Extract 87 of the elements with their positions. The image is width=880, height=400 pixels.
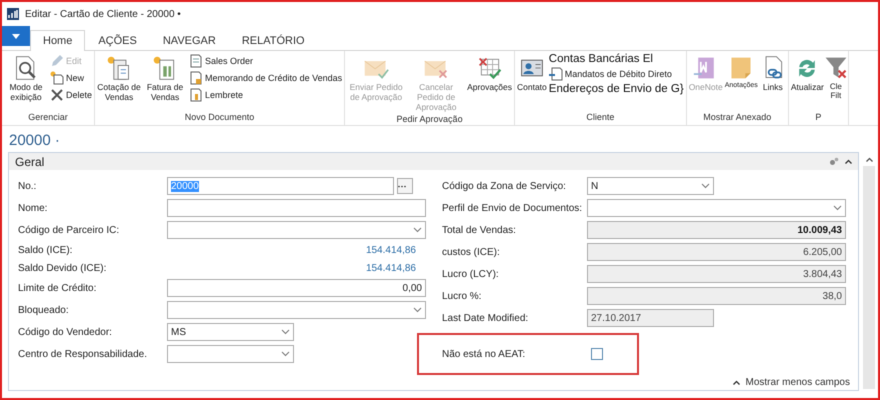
input-field[interactable] (167, 199, 426, 217)
ribbon-tab[interactable]: RELATÓRIO (228, 30, 318, 51)
field-label: Saldo Devido (ICE): (17, 262, 108, 274)
ribbon-button[interactable]: Fatura de Vendas (142, 53, 188, 104)
field-label: Total de Vendas: (441, 224, 517, 236)
page-title: 20000 · (8, 131, 61, 151)
gears-icon (829, 157, 839, 166)
dropdown[interactable]: N (587, 177, 714, 195)
ribbon-button[interactable]: Atualizar (790, 53, 825, 94)
ribbon-button[interactable]: New (49, 70, 94, 86)
chevron-down-icon (833, 205, 842, 211)
pencil-icon (50, 54, 64, 68)
dropdown[interactable] (167, 301, 426, 319)
chevron-down-icon (413, 307, 422, 313)
readonly-field: 27.10.2017 (587, 309, 714, 327)
ribbon-button[interactable]: Aprovações (466, 53, 513, 94)
new-document-icon (50, 71, 64, 85)
readonly-field: 38,0 (587, 287, 846, 305)
field-label: Nome: (17, 202, 48, 214)
delete-icon (50, 88, 64, 102)
caret-down-icon (12, 34, 20, 38)
menu-button[interactable] (2, 26, 30, 46)
dropdown[interactable] (167, 221, 426, 239)
group-label: Mostrar Anexado (702, 112, 772, 124)
readonly-field: 3.804,43 (587, 265, 846, 283)
chevron-down-icon (701, 183, 710, 189)
group-label: P (814, 112, 822, 124)
ribbon-button[interactable]: Contas Bancárias El (548, 53, 685, 65)
field-label: Lucro %: (441, 290, 482, 302)
field-label: No.: (17, 180, 38, 192)
chevron-down-icon (281, 351, 290, 357)
field-label: Lucro (LCY): (441, 268, 500, 280)
ribbon-button[interactable]: Contato (516, 53, 548, 94)
dropdown[interactable]: MS (167, 323, 294, 341)
field-label: Limite de Crédito: (17, 282, 98, 294)
chevron-down-icon (281, 329, 290, 335)
group-label: Cliente (585, 112, 616, 124)
section-title: Geral (15, 154, 46, 168)
app-chart-icon (6, 7, 20, 21)
field-label: Código de Parceiro IC: (17, 224, 120, 236)
field-label: Não está no AEAT: (441, 348, 526, 360)
ribbon-tab[interactable]: AÇÕES (85, 30, 150, 51)
scrollbar[interactable] (863, 152, 875, 389)
readonly-field: 10.009,43 (587, 221, 846, 239)
dropdown[interactable] (587, 199, 846, 217)
ribbon-button[interactable]: Links (758, 53, 787, 94)
amount-value: 154.414,86 (364, 244, 417, 256)
ellipsis-icon (398, 184, 406, 188)
field-label: custos (ICE): (441, 246, 501, 258)
filter-cross-icon (822, 55, 849, 81)
ribbon-button[interactable]: Delete (49, 87, 94, 103)
checkbox[interactable] (591, 348, 603, 360)
window-title: Editar - Cartão de Cliente - 20000 • (25, 8, 181, 20)
field-label: Last Date Modified: (441, 312, 530, 324)
field-label: Perfil de Envio de Documentos: (441, 202, 584, 214)
ribbon-button[interactable]: Cle Filt (824, 53, 847, 102)
group-label: Novo Documento (184, 112, 256, 124)
field-label: Centro de Responsabilidade. (17, 348, 148, 360)
group-label: Pedir Aprovação (396, 114, 464, 125)
ribbon-tab[interactable]: Home (30, 30, 86, 51)
chevron-down-icon (413, 227, 422, 233)
ribbon-tab[interactable]: NAVEGAR (150, 30, 229, 51)
document-icon (189, 54, 204, 68)
input-field[interactable]: 0,00 (167, 279, 426, 297)
scroll-up-icon (866, 156, 872, 162)
caret-up-icon (732, 380, 740, 385)
readonly-field: 6.205,00 (587, 243, 846, 261)
ribbon-button[interactable]: Memorando de Crédito de Vendas (188, 70, 344, 86)
show-fewer-link[interactable]: Mostrar menos campos (732, 377, 850, 388)
collapse-icon (845, 159, 852, 164)
lookup-button[interactable] (397, 178, 413, 194)
field-label: Código do Vendedor: (17, 326, 113, 338)
document-icon (189, 88, 204, 102)
ribbon-button[interactable]: Mandatos de Débito Direto (548, 66, 685, 82)
field-label: Saldo (ICE): (17, 244, 74, 256)
table-check-icon (476, 55, 503, 81)
ribbon-button[interactable]: Cotação de Vendas (96, 53, 142, 104)
field-label: Código da Zona de Serviço: (441, 180, 567, 192)
amount-value: 154.414,86 (364, 262, 417, 274)
dropdown[interactable] (167, 345, 294, 363)
field-label: Bloqueado: (17, 304, 70, 316)
ribbon-button[interactable]: Sales Order (188, 53, 344, 69)
document-icon (189, 71, 204, 85)
ribbon-button[interactable]: Lembrete (188, 87, 344, 103)
ribbon-button[interactable]: Endereços de Envio de G} (548, 83, 685, 95)
group-label: Gerenciar (27, 112, 69, 124)
ribbon-button[interactable]: Modo de exibição (3, 53, 49, 104)
